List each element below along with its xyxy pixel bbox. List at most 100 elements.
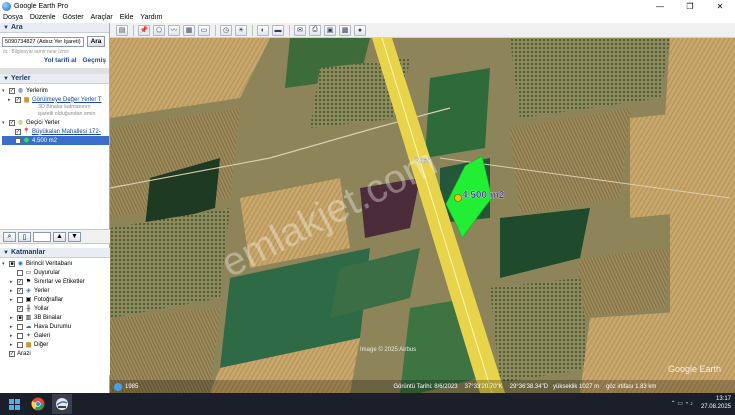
expand-icon[interactable]: ▸ bbox=[10, 297, 16, 303]
places-filter-box[interactable] bbox=[33, 231, 51, 242]
sidebar-toggle-button[interactable]: ▤ bbox=[116, 24, 128, 36]
checkbox[interactable] bbox=[17, 341, 23, 348]
layer-primary-database[interactable]: ▾ ■ ◉ Birincil Veritabanı bbox=[2, 259, 110, 268]
earth-gallery-button[interactable]: ● bbox=[354, 24, 366, 36]
history-link[interactable]: Geçmiş bbox=[83, 57, 107, 64]
system-tray-icons[interactable]: ⌃ ▭ ◔ ♪ bbox=[671, 400, 693, 407]
layer-places[interactable]: ▸ ✓ ◈ Yerler bbox=[2, 286, 110, 295]
view-in-maps-button[interactable]: ▩ bbox=[339, 24, 351, 36]
checkbox[interactable] bbox=[17, 332, 23, 339]
places-section-header[interactable]: ▼ Yerler bbox=[0, 74, 109, 84]
menu-edit[interactable]: Düzenle bbox=[30, 14, 56, 21]
folder-icon: ▆ bbox=[24, 97, 29, 103]
eye-altitude: göz irtifası 1.83 km bbox=[606, 383, 657, 390]
tree-item-placemark[interactable]: ✓ 📍 Büyükalan Mahallesi 172- bbox=[2, 127, 109, 136]
google-earth-icon bbox=[2, 1, 11, 11]
get-directions-link[interactable]: Yol tarifi al bbox=[44, 57, 77, 64]
satellite-imagery[interactable]: D565 4.500 m2 emlakjet.com Image © 2025 … bbox=[110, 38, 735, 393]
search-section-header[interactable]: ▼ Ara bbox=[0, 23, 109, 33]
tree-item-my-places[interactable]: ▾ ✓ ◍ Yerlerim bbox=[2, 86, 109, 95]
move-up-button[interactable]: ▲ bbox=[53, 231, 66, 242]
flag-icon: ⚑ bbox=[25, 279, 32, 285]
checkbox[interactable] bbox=[17, 269, 23, 276]
map-viewport[interactable]: D565 4.500 m2 emlakjet.com Image © 2025 … bbox=[110, 38, 735, 393]
sunlight-button[interactable]: ☀ bbox=[235, 24, 247, 36]
move-down-button[interactable]: ▼ bbox=[68, 231, 81, 242]
layer-gallery[interactable]: ▸ ✦ Galeri bbox=[2, 331, 110, 340]
checkbox[interactable]: ✓ bbox=[15, 96, 21, 103]
maximize-button[interactable]: ❐ bbox=[675, 0, 705, 12]
places-nav-bar: ⌕ ▯ ▲ ▼ bbox=[0, 229, 110, 244]
expand-icon[interactable]: ▸ bbox=[8, 97, 14, 103]
tree-item-sightseeing[interactable]: ▸ ✓ ▆ Görülmeye Değer Yerler T bbox=[2, 95, 109, 104]
checkbox[interactable]: ■ bbox=[17, 314, 23, 321]
checkbox[interactable]: ✓ bbox=[9, 350, 15, 357]
checkbox[interactable]: ✓ bbox=[9, 119, 15, 126]
save-image-button[interactable]: ▣ bbox=[324, 24, 336, 36]
checkbox[interactable]: ✓ bbox=[17, 287, 23, 294]
close-button[interactable]: ✕ bbox=[705, 0, 735, 12]
checkbox[interactable]: ✓ bbox=[9, 87, 15, 94]
google-earth-taskbar-button[interactable] bbox=[52, 394, 72, 414]
layer-borders[interactable]: ▸ ✓ ⚑ Sınırlar ve Etiketler bbox=[2, 277, 110, 286]
layers-panel: ▼ Katmanlar ▾ ■ ◉ Birincil Veritabanı ▭ Duyur… bbox=[0, 248, 110, 375]
layer-announcements[interactable]: ▭ Duyurular bbox=[2, 268, 110, 277]
expand-icon[interactable]: ▾ bbox=[2, 261, 8, 267]
expand-icon[interactable]: ▾ bbox=[2, 88, 8, 94]
checkbox[interactable]: ✓ bbox=[17, 278, 23, 285]
expand-icon[interactable]: ▸ bbox=[10, 342, 16, 348]
layers-section-header[interactable]: ▼ Katmanlar bbox=[0, 248, 110, 258]
checkbox[interactable] bbox=[17, 296, 23, 303]
layer-other[interactable]: ▸ ▆ Diğer bbox=[2, 340, 110, 349]
historical-slider[interactable]: 1985 bbox=[114, 382, 138, 391]
checkbox[interactable]: ✓ bbox=[17, 305, 23, 312]
checkbox[interactable] bbox=[17, 323, 23, 330]
menu-add[interactable]: Ekle bbox=[120, 14, 134, 21]
expand-icon[interactable]: ▸ bbox=[10, 279, 16, 285]
expand-icon[interactable]: ▸ bbox=[10, 324, 16, 330]
historical-imagery-button[interactable]: ◷ bbox=[220, 24, 232, 36]
expand-icon[interactable]: ▸ bbox=[10, 315, 16, 321]
ruler-button[interactable]: ▬ bbox=[272, 24, 284, 36]
minimize-button[interactable]: — bbox=[645, 0, 675, 12]
search-input[interactable] bbox=[2, 36, 84, 47]
menu-tools[interactable]: Araçlar bbox=[91, 14, 113, 21]
map-field bbox=[670, 198, 735, 328]
add-polygon-button[interactable]: ⬠ bbox=[153, 24, 165, 36]
menu-file[interactable]: Dosya bbox=[3, 14, 23, 21]
menu-help[interactable]: Yardım bbox=[140, 14, 162, 21]
checkbox[interactable]: ✓ bbox=[15, 128, 21, 135]
search-button[interactable]: Ara bbox=[87, 36, 105, 47]
add-overlay-button[interactable]: ▦ bbox=[183, 24, 195, 36]
layer-weather[interactable]: ▸ ☁ Hava Durumu bbox=[2, 322, 110, 331]
layer-roads[interactable]: ✓ ╫ Yollar bbox=[2, 304, 110, 313]
print-button[interactable]: ⎙ bbox=[309, 24, 321, 36]
record-tour-button[interactable]: ▭ bbox=[198, 24, 210, 36]
search-places-button[interactable]: ⌕ bbox=[3, 231, 16, 242]
places-layer-icon: ◈ bbox=[26, 288, 31, 294]
taskbar: ⌃ ▭ ◔ ♪ 13:17 27.08.2025 bbox=[0, 393, 735, 415]
expand-icon[interactable]: ▸ bbox=[10, 333, 16, 339]
layer-terrain[interactable]: ✓ Arazi bbox=[2, 349, 110, 358]
checkbox[interactable]: ■ bbox=[9, 260, 15, 267]
email-button[interactable]: ✉ bbox=[294, 24, 306, 36]
toggle-panel-button[interactable]: ▯ bbox=[18, 231, 31, 242]
tree-item-temporary-places[interactable]: ▾ ✓ ◍ Geçici Yerler bbox=[2, 118, 109, 127]
add-path-button[interactable]: 〰 bbox=[168, 24, 180, 36]
title-bar: Google Earth Pro — ❐ ✕ bbox=[0, 0, 735, 12]
layer-3d-buildings[interactable]: ▸ ■ ▥ 3B Binalar bbox=[2, 313, 110, 322]
layer-photos[interactable]: ▸ ▣ Fotoğraflar bbox=[2, 295, 110, 304]
planet-switch-button[interactable]: ◐ bbox=[257, 24, 269, 36]
clock[interactable]: 13:17 27.08.2025 bbox=[701, 395, 731, 411]
expand-icon[interactable]: ▸ bbox=[10, 288, 16, 294]
add-placemark-button[interactable]: 📌 bbox=[138, 24, 150, 36]
expand-icon[interactable]: ▾ bbox=[2, 120, 8, 126]
checkbox[interactable]: ✓ bbox=[15, 137, 21, 144]
polygon-icon: ⬟ bbox=[23, 138, 30, 144]
menu-view[interactable]: Göster bbox=[63, 14, 84, 21]
start-button[interactable] bbox=[4, 394, 24, 414]
chrome-taskbar-button[interactable] bbox=[28, 394, 48, 414]
tree-item-polygon-selected[interactable]: ✓ ⬟ 4.500 m2 bbox=[2, 136, 109, 145]
latitude: 37°33'20.70"K bbox=[464, 383, 503, 390]
placemark-pin-icon[interactable] bbox=[454, 194, 462, 202]
